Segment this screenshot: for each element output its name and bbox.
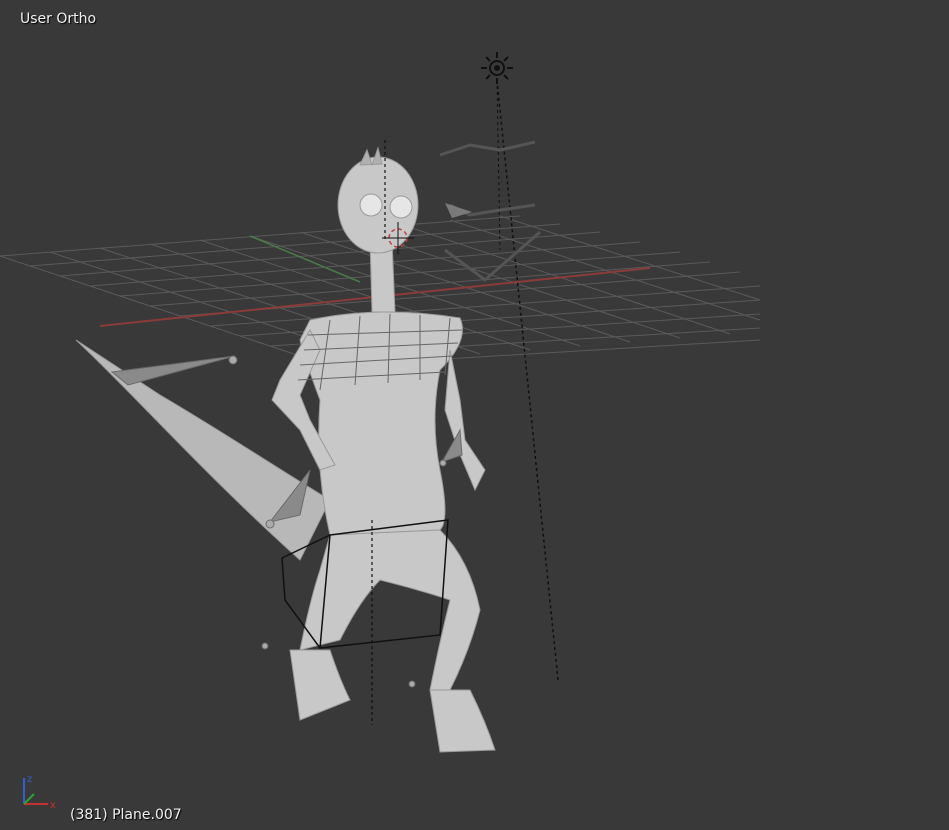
viewport-scene[interactable] xyxy=(0,0,949,830)
object-info: (381) Plane.007 xyxy=(70,807,182,823)
3d-viewport[interactable]: User Ortho (381) Plane.007 z x xyxy=(0,0,949,830)
bone-head-small xyxy=(445,203,472,218)
axis-gizmo-icon: z x xyxy=(23,774,56,811)
svg-text:x: x xyxy=(50,800,56,811)
lamp-direction-line xyxy=(496,79,559,681)
svg-text:z: z xyxy=(27,774,32,785)
lamp-icon[interactable] xyxy=(481,52,513,84)
character-mesh[interactable] xyxy=(75,146,496,753)
view-label: User Ortho xyxy=(20,11,97,27)
